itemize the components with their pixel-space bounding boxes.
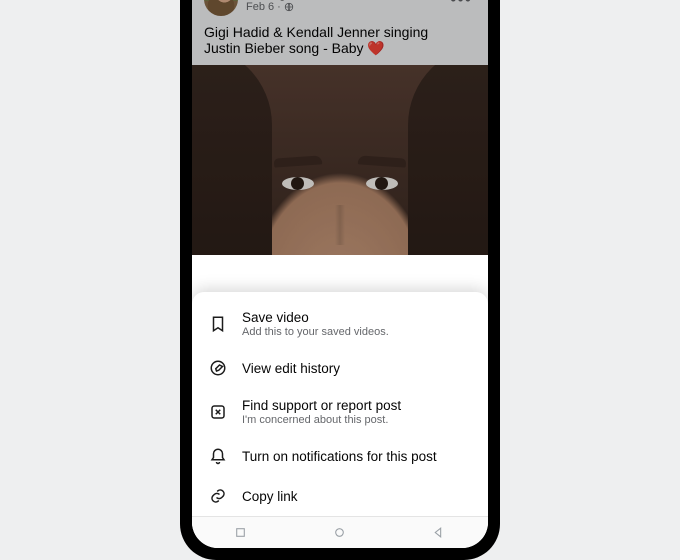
link-icon bbox=[208, 486, 228, 506]
menu-title: View edit history bbox=[242, 361, 340, 376]
menu-item-edit-history[interactable]: View edit history bbox=[192, 348, 488, 388]
globe-icon bbox=[284, 2, 294, 12]
menu-item-notifications[interactable]: Turn on notifications for this post bbox=[192, 436, 488, 476]
menu-item-save-video[interactable]: Save video Add this to your saved videos… bbox=[192, 300, 488, 348]
menu-title: Find support or report post bbox=[242, 398, 401, 413]
video-thumbnail[interactable] bbox=[192, 65, 488, 255]
menu-title: Turn on notifications for this post bbox=[242, 449, 437, 464]
post-date[interactable]: Feb 6 bbox=[246, 1, 274, 13]
phone-frame: Changes Feb 6 · ••• Gigi Hadid & Kendall… bbox=[180, 0, 500, 560]
menu-subtitle: Add this to your saved videos. bbox=[242, 326, 389, 338]
post-meta: Changes Feb 6 · bbox=[246, 0, 438, 13]
menu-item-report[interactable]: Find support or report post I'm concerne… bbox=[192, 388, 488, 436]
nav-back-icon[interactable] bbox=[432, 526, 446, 540]
edit-history-icon bbox=[208, 358, 228, 378]
more-options-button[interactable]: ••• bbox=[446, 0, 476, 8]
post-caption: Gigi Hadid & Kendall Jenner singing Just… bbox=[192, 24, 488, 65]
menu-subtitle: I'm concerned about this post. bbox=[242, 414, 401, 426]
action-sheet: Save video Add this to your saved videos… bbox=[192, 292, 488, 548]
menu-item-copy-link[interactable]: Copy link bbox=[192, 476, 488, 516]
face-illustration bbox=[192, 65, 488, 255]
bookmark-icon bbox=[208, 314, 228, 334]
nav-home-icon[interactable] bbox=[333, 526, 347, 540]
phone-bezel: Changes Feb 6 · ••• Gigi Hadid & Kendall… bbox=[192, 0, 488, 548]
dot-separator: · bbox=[277, 1, 281, 13]
post-text-line2: Justin Bieber song - Baby ❤️ bbox=[204, 40, 385, 56]
post-subline: Feb 6 · bbox=[246, 1, 438, 13]
menu-title: Save video bbox=[242, 310, 389, 325]
screen: Changes Feb 6 · ••• Gigi Hadid & Kendall… bbox=[192, 0, 488, 548]
post-header: Changes Feb 6 · ••• bbox=[192, 0, 488, 24]
bell-icon bbox=[208, 446, 228, 466]
post-text-line1: Gigi Hadid & Kendall Jenner singing bbox=[204, 24, 428, 40]
nav-recent-icon[interactable] bbox=[234, 526, 248, 540]
report-icon bbox=[208, 402, 228, 422]
android-navbar bbox=[192, 516, 488, 548]
menu-title: Copy link bbox=[242, 489, 298, 504]
avatar[interactable] bbox=[204, 0, 238, 16]
